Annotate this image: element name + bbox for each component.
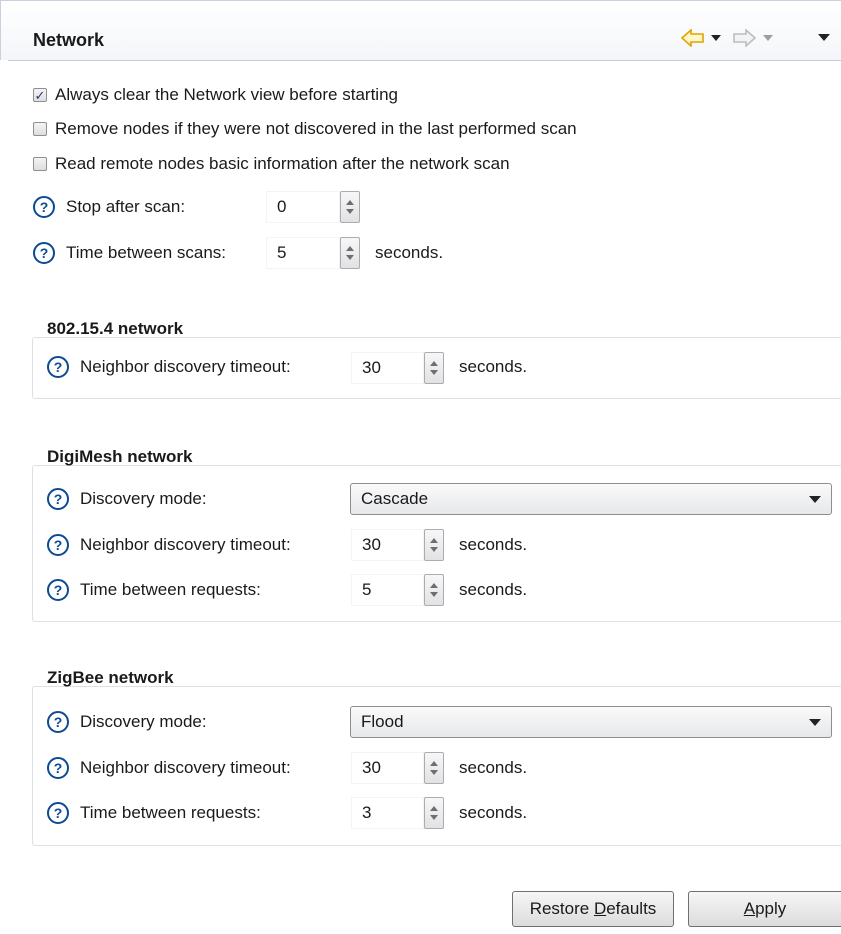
stop-after-spinner[interactable]: 0 bbox=[266, 191, 360, 223]
help-icon[interactable]: ? bbox=[47, 579, 69, 601]
restore-defaults-label: Restore Defaults bbox=[530, 899, 657, 919]
time-between-requests-label: Time between requests: bbox=[80, 580, 261, 599]
forward-history-dropdown-icon[interactable] bbox=[763, 35, 773, 41]
header-separator bbox=[8, 60, 841, 61]
dropdown-caret-icon[interactable] bbox=[809, 496, 821, 503]
neighbor-timeout-input[interactable]: 30 bbox=[351, 529, 424, 561]
time-between-requests-spinner[interactable]: 5 bbox=[351, 574, 444, 606]
neighbor-timeout-label: Neighbor discovery timeout: bbox=[80, 535, 291, 554]
remove-nodes-label: Remove nodes if they were not discovered… bbox=[55, 119, 577, 138]
help-icon[interactable]: ? bbox=[33, 196, 55, 218]
discovery-mode-value: Cascade bbox=[361, 489, 429, 508]
time-between-requests-input[interactable]: 3 bbox=[351, 797, 424, 829]
restore-defaults-button[interactable]: Restore Defaults bbox=[512, 891, 674, 927]
apply-button[interactable]: Apply bbox=[688, 891, 841, 927]
help-icon[interactable]: ? bbox=[47, 356, 69, 378]
discovery-mode-label: Discovery mode: bbox=[80, 712, 207, 731]
stop-after-input[interactable]: 0 bbox=[266, 191, 340, 223]
group-zigbee-title: ZigBee network bbox=[47, 668, 174, 687]
time-between-scans-label: Time between scans: bbox=[66, 243, 226, 262]
spinner-arrows-icon[interactable] bbox=[424, 574, 444, 606]
apply-label: Apply bbox=[744, 899, 787, 919]
discovery-mode-select[interactable]: Flood bbox=[350, 706, 832, 738]
spinner-arrows-icon[interactable] bbox=[340, 237, 360, 269]
remove-nodes-option[interactable]: Remove nodes if they were not discovered… bbox=[33, 117, 577, 141]
help-icon[interactable]: ? bbox=[47, 711, 69, 733]
clear-view-label: Always clear the Network view before sta… bbox=[55, 85, 398, 104]
stop-after-label: Stop after scan: bbox=[66, 197, 186, 216]
restore-defaults-label-rest: efaults bbox=[606, 899, 657, 918]
clear-view-option[interactable]: ✓ Always clear the Network view before s… bbox=[33, 83, 398, 107]
time-between-scans-input[interactable]: 5 bbox=[266, 237, 340, 269]
read-remote-label: Read remote nodes basic information afte… bbox=[55, 154, 510, 173]
spinner-arrows-icon[interactable] bbox=[424, 529, 444, 561]
neighbor-timeout-spinner[interactable]: 30 bbox=[351, 752, 444, 784]
view-menu-icon[interactable] bbox=[818, 34, 830, 41]
time-between-scans-spinner[interactable]: 5 bbox=[266, 237, 360, 269]
neighbor-timeout-unit: seconds. bbox=[459, 535, 528, 554]
page-title: Network bbox=[33, 30, 105, 50]
time-between-requests-unit: seconds. bbox=[459, 580, 528, 599]
dropdown-caret-icon[interactable] bbox=[809, 719, 821, 726]
clear-view-checkbox[interactable]: ✓ bbox=[33, 88, 47, 102]
remove-nodes-checkbox[interactable] bbox=[33, 122, 47, 136]
help-icon[interactable]: ? bbox=[47, 802, 69, 824]
group-802-15-4-title: 802.15.4 network bbox=[47, 319, 184, 338]
preference-page-header: Network bbox=[0, 0, 841, 60]
apply-mnemonic: A bbox=[743, 899, 756, 918]
forward-arrow-icon[interactable] bbox=[732, 29, 756, 47]
help-icon[interactable]: ? bbox=[47, 757, 69, 779]
time-between-requests-input[interactable]: 5 bbox=[351, 574, 424, 606]
back-history-dropdown-icon[interactable] bbox=[711, 35, 721, 41]
neighbor-timeout-unit: seconds. bbox=[459, 758, 528, 777]
help-icon[interactable]: ? bbox=[47, 534, 69, 556]
help-icon[interactable]: ? bbox=[47, 488, 69, 510]
read-remote-checkbox[interactable] bbox=[33, 157, 47, 171]
neighbor-timeout-unit: seconds. bbox=[459, 357, 528, 376]
neighbor-timeout-input[interactable]: 30 bbox=[351, 352, 424, 384]
apply-label-rest: pply bbox=[755, 899, 787, 918]
group-digimesh-title: DigiMesh network bbox=[47, 447, 193, 466]
restore-defaults-mnemonic: D bbox=[593, 899, 607, 918]
time-between-requests-label: Time between requests: bbox=[80, 803, 261, 822]
spinner-arrows-icon[interactable] bbox=[340, 191, 360, 223]
neighbor-timeout-label: Neighbor discovery timeout: bbox=[80, 357, 291, 376]
spinner-arrows-icon[interactable] bbox=[424, 752, 444, 784]
time-between-scans-unit: seconds. bbox=[375, 243, 444, 262]
neighbor-timeout-input[interactable]: 30 bbox=[351, 752, 424, 784]
time-between-requests-spinner[interactable]: 3 bbox=[351, 797, 444, 829]
spinner-arrows-icon[interactable] bbox=[424, 352, 444, 384]
read-remote-option[interactable]: Read remote nodes basic information afte… bbox=[33, 152, 510, 176]
discovery-mode-label: Discovery mode: bbox=[80, 489, 207, 508]
back-arrow-icon[interactable] bbox=[681, 29, 705, 47]
discovery-mode-value: Flood bbox=[361, 712, 404, 731]
neighbor-timeout-label: Neighbor discovery timeout: bbox=[80, 758, 291, 777]
time-between-requests-unit: seconds. bbox=[459, 803, 528, 822]
spinner-arrows-icon[interactable] bbox=[424, 797, 444, 829]
neighbor-timeout-spinner[interactable]: 30 bbox=[351, 529, 444, 561]
restore-defaults-label-part: Restore bbox=[529, 899, 594, 918]
neighbor-timeout-spinner[interactable]: 30 bbox=[351, 352, 444, 384]
discovery-mode-select[interactable]: Cascade bbox=[350, 483, 832, 515]
help-icon[interactable]: ? bbox=[33, 242, 55, 264]
